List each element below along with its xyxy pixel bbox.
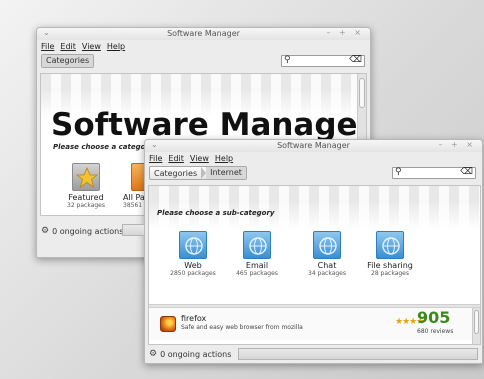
subcategory-count: 34 packages (308, 270, 346, 277)
page-title: Software Manager (51, 107, 367, 143)
subcategory-web[interactable]: Web 2850 packages (158, 231, 228, 277)
front-toolbar: Categories Internet ⚲ ⌫ (145, 164, 482, 182)
globe-icon (243, 231, 271, 259)
menu-view[interactable]: View (190, 154, 209, 163)
gear-icon: ⚙ (149, 349, 158, 359)
subcategory-name: File sharing (367, 261, 413, 270)
scrollbar-thumb[interactable] (359, 78, 365, 108)
app-name: firefox (181, 314, 207, 323)
window-controls[interactable]: – + × (439, 140, 477, 149)
app-score: 905 (417, 308, 451, 327)
breadcrumb-internet[interactable]: Internet (206, 167, 246, 179)
front-titlebar[interactable]: ⌄ Software Manager – + × (145, 140, 482, 152)
search-icon: ⚲ (395, 167, 402, 177)
subcategory-file-sharing[interactable]: File sharing 28 packages (355, 231, 425, 277)
back-titlebar[interactable]: ⌄ Software Manager – + × (37, 28, 370, 40)
front-search-input[interactable]: ⚲ ⌫ (392, 167, 476, 179)
category-name: All Pa (123, 193, 145, 202)
menu-help[interactable]: Help (107, 42, 125, 51)
menu-file[interactable]: File (41, 42, 54, 51)
clear-search-icon[interactable]: ⌫ (349, 55, 362, 65)
status-text: 0 ongoing actions (160, 349, 232, 359)
subcategory-count: 465 packages (236, 270, 278, 277)
star-icon (72, 163, 100, 191)
menu-edit[interactable]: Edit (168, 154, 184, 163)
front-window[interactable]: ⌄ Software Manager – + × File Edit View … (144, 139, 483, 364)
front-scrollbar[interactable] (472, 308, 480, 344)
breadcrumb-categories[interactable]: Categories (42, 55, 94, 67)
subcategory-name: Web (184, 261, 202, 270)
back-window-title: Software Manager (167, 29, 240, 38)
front-content: Please choose a sub-category Web 2850 pa… (148, 185, 481, 345)
window-controls[interactable]: – + × (327, 28, 365, 37)
category-count: 38561 (123, 202, 143, 209)
progress-bar (238, 348, 478, 360)
menu-edit[interactable]: Edit (60, 42, 76, 51)
gear-icon: ⚙ (41, 226, 50, 236)
globe-icon (376, 231, 404, 259)
front-statusbar: ⚙ 0 ongoing actions (149, 347, 478, 361)
search-icon: ⚲ (284, 55, 291, 65)
subcategory-count: 2850 packages (170, 270, 216, 277)
subcategory-count: 28 packages (371, 270, 409, 277)
subcategory-chat[interactable]: Chat 34 packages (292, 231, 362, 277)
status-text: 0 ongoing actions (52, 226, 124, 236)
subcategory-prompt: Please choose a sub-category (157, 209, 275, 217)
globe-icon (179, 231, 207, 259)
back-toolbar: Categories ⚲ ⌫ (37, 52, 370, 70)
front-window-title: Software Manager (277, 141, 350, 150)
app-description: Safe and easy web browser from mozilla (181, 324, 303, 331)
subcategory-name: Chat (317, 261, 337, 270)
header-stripes (149, 186, 480, 230)
back-progress-bar (122, 224, 144, 236)
breadcrumb-categories[interactable]: Categories (150, 169, 201, 178)
scrollbar-thumb[interactable] (474, 310, 479, 334)
back-menubar: File Edit View Help (37, 40, 370, 52)
subcategory-name: Email (245, 261, 269, 270)
back-search-input[interactable]: ⚲ ⌫ (281, 55, 365, 67)
app-reviews: 680 reviews (417, 328, 454, 335)
menu-help[interactable]: Help (215, 154, 233, 163)
menu-file[interactable]: File (149, 154, 162, 163)
globe-icon (313, 231, 341, 259)
category-prompt: Please choose a category (53, 143, 154, 151)
menu-view[interactable]: View (82, 42, 101, 51)
app-row-firefox[interactable]: firefox Safe and easy web browser from m… (149, 308, 472, 340)
subcategory-email[interactable]: Email 465 packages (222, 231, 292, 277)
category-all-packages[interactable]: All Pa 38561 (109, 163, 149, 209)
breadcrumb: Categories Internet (149, 166, 247, 180)
front-menubar: File Edit View Help (145, 152, 482, 164)
breadcrumb: Categories (41, 54, 95, 68)
firefox-icon (160, 316, 176, 332)
clear-search-icon[interactable]: ⌫ (460, 167, 473, 177)
